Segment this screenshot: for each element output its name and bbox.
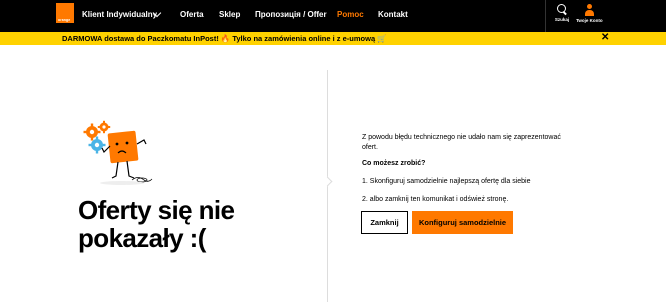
step-1: 1. Skonfiguruj samodzielnie najlepszą of… [362, 178, 531, 185]
search-button[interactable]: Szukaj [551, 4, 573, 22]
account-button[interactable]: Twoje Konto [576, 4, 603, 23]
page-title-line-1: Oferty się nie [78, 195, 235, 225]
promo-banner: DARMOWA dostawa do Paczkomatu InPost! 🔥 … [0, 32, 666, 45]
page-title: Oferty się nie pokazały :( [78, 195, 235, 253]
nav-item-pomoc[interactable]: Pomoc [337, 10, 364, 19]
step-2: 2. albo zamknij ten komunikat i odśwież … [362, 196, 509, 203]
account-label: Twoje Konto [576, 18, 603, 23]
close-button[interactable]: Zamknij [361, 211, 408, 234]
nav-item-oferta[interactable]: Oferta [180, 10, 204, 19]
broken-robot-illustration [83, 120, 153, 185]
divider-arrow [322, 176, 333, 187]
nav-item-offer[interactable]: Пропозиція / Offer [255, 10, 327, 19]
orange-logo[interactable]: orange [56, 3, 74, 23]
user-icon [584, 4, 595, 16]
nav-item-kontakt[interactable]: Kontakt [378, 10, 408, 19]
close-icon[interactable]: ✕ [601, 33, 609, 43]
search-icon [556, 4, 568, 15]
top-navigation: orange Klient Indywidualny Oferta Sklep … [0, 0, 666, 32]
nav-item-klient-indywidualny[interactable]: Klient Indywidualny [82, 10, 157, 19]
nav-item-sklep[interactable]: Sklep [219, 10, 240, 19]
page-title-line-2: pokazały :( [78, 223, 206, 253]
nav-divider [545, 0, 546, 32]
error-message-line-2: ofert. [362, 144, 378, 151]
promo-text: DARMOWA dostawa do Paczkomatu InPost! 🔥 … [62, 34, 387, 43]
question-heading: Co możesz zrobić? [362, 160, 426, 167]
configure-button[interactable]: Konfiguruj samodzielnie [412, 211, 513, 234]
error-message-line-1: Z powodu błędu technicznego nie udało na… [362, 134, 561, 141]
logo-text: orange [58, 18, 71, 22]
search-label: Szukaj [554, 17, 570, 22]
